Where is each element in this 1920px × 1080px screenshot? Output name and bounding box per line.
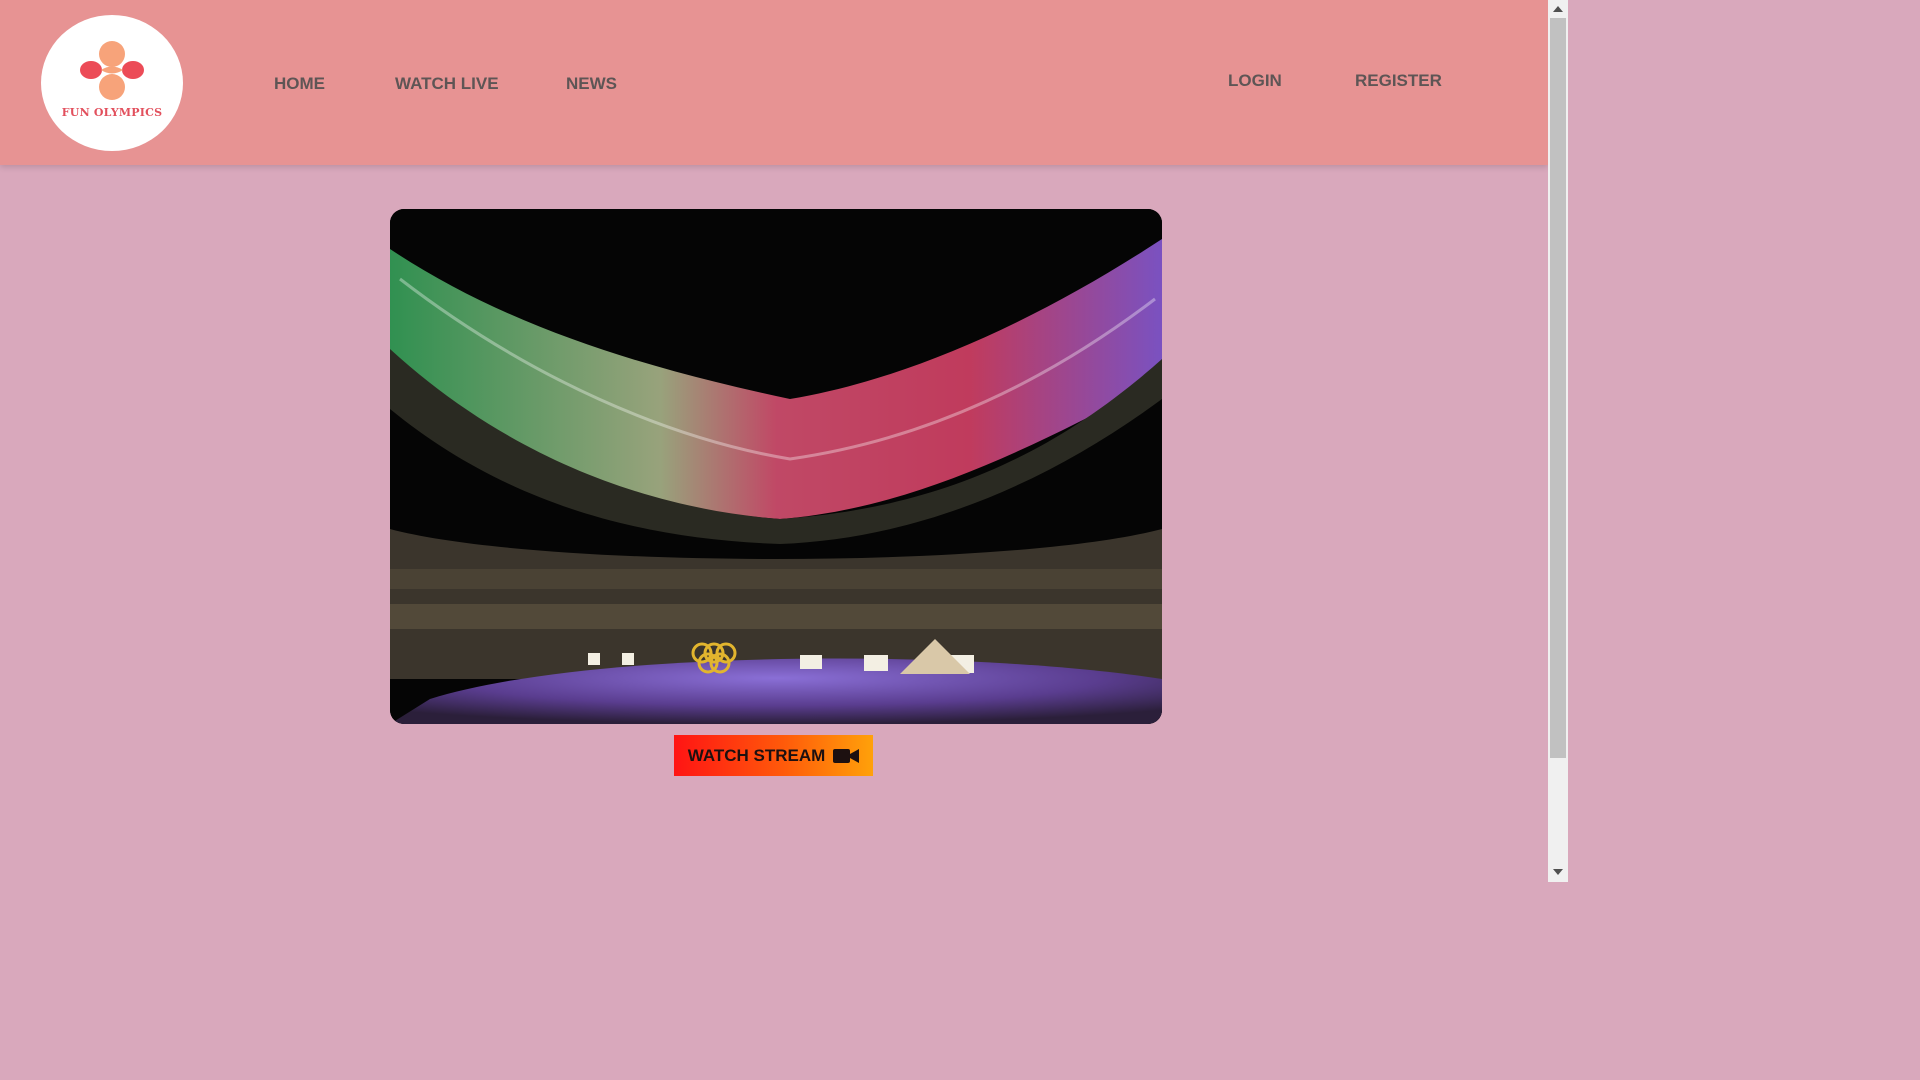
site-header: FUN OLYMPICS HOME WATCH LIVE NEWS LOGIN … (0, 0, 1548, 165)
nav-watch-live[interactable]: WATCH LIVE (395, 74, 499, 94)
brand-name: FUN OLYMPICS (61, 106, 163, 119)
video-camera-icon (833, 748, 860, 763)
nav-home[interactable]: HOME (274, 74, 325, 94)
scroll-thumb[interactable] (1550, 18, 1566, 758)
logo-petals-icon (80, 41, 144, 100)
vertical-scrollbar[interactable] (1548, 0, 1568, 882)
login-link[interactable]: LOGIN (1228, 71, 1282, 91)
watch-stream-button[interactable]: WATCH STREAM (674, 735, 873, 776)
scroll-up-icon[interactable] (1553, 6, 1563, 12)
register-link[interactable]: REGISTER (1355, 71, 1442, 91)
hero-image (390, 209, 1162, 724)
watch-stream-label: WATCH STREAM (687, 745, 826, 765)
nav-news[interactable]: NEWS (566, 74, 617, 94)
brand-logo[interactable]: FUN OLYMPICS (41, 15, 183, 151)
scroll-down-icon[interactable] (1553, 869, 1563, 875)
